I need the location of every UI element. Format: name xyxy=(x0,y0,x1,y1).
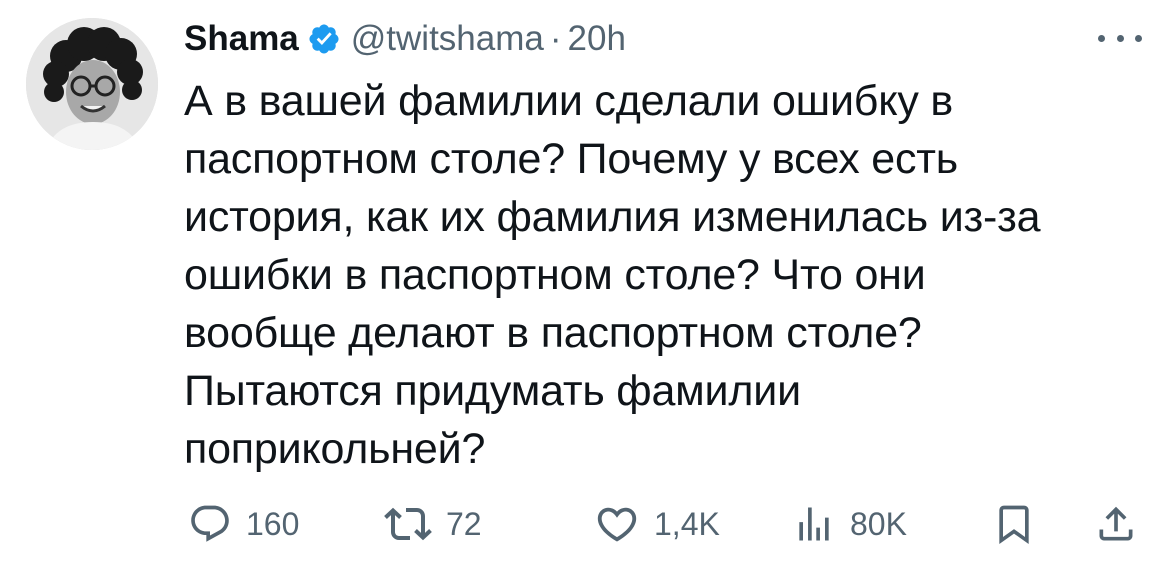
more-options-icon[interactable] xyxy=(1098,28,1142,48)
action-bar: 160 72 1,4K 80K xyxy=(0,494,1170,554)
like-button[interactable]: 1,4K xyxy=(594,494,720,554)
like-icon xyxy=(597,507,637,542)
more-dot xyxy=(1116,34,1124,42)
timestamp[interactable]: 20h xyxy=(568,19,626,59)
tweet[interactable]: Shama @twitshama · 20h А в вашей фамилии… xyxy=(0,0,1170,569)
views-button[interactable]: 80K xyxy=(792,494,907,554)
bookmark-icon xyxy=(999,505,1029,545)
bookmark-button[interactable] xyxy=(992,494,1036,554)
tweet-header: Shama @twitshama · 20h xyxy=(184,14,626,64)
views-icon xyxy=(799,507,829,541)
share-button[interactable] xyxy=(1094,494,1138,554)
separator-dot: · xyxy=(549,19,562,58)
author-handle[interactable]: @twitshama xyxy=(351,19,544,59)
retweet-button[interactable]: 72 xyxy=(384,494,482,554)
reply-count: 160 xyxy=(246,505,300,542)
verified-badge-icon[interactable] xyxy=(307,22,341,56)
reply-icon xyxy=(191,505,229,542)
reply-button[interactable]: 160 xyxy=(188,494,299,554)
more-dot xyxy=(1135,34,1142,42)
share-icon xyxy=(1099,506,1133,541)
retweet-count: 72 xyxy=(446,505,482,542)
like-count: 1,4K xyxy=(654,505,720,542)
tweet-text: А в вашей фамилии сделали ошибку в паспо… xyxy=(184,77,1041,473)
avatar-image xyxy=(26,18,158,150)
author-name[interactable]: Shama xyxy=(184,19,299,59)
avatar[interactable] xyxy=(26,18,158,150)
more-dot xyxy=(1098,34,1105,42)
views-count: 80K xyxy=(850,505,907,542)
retweet-icon xyxy=(384,507,432,541)
